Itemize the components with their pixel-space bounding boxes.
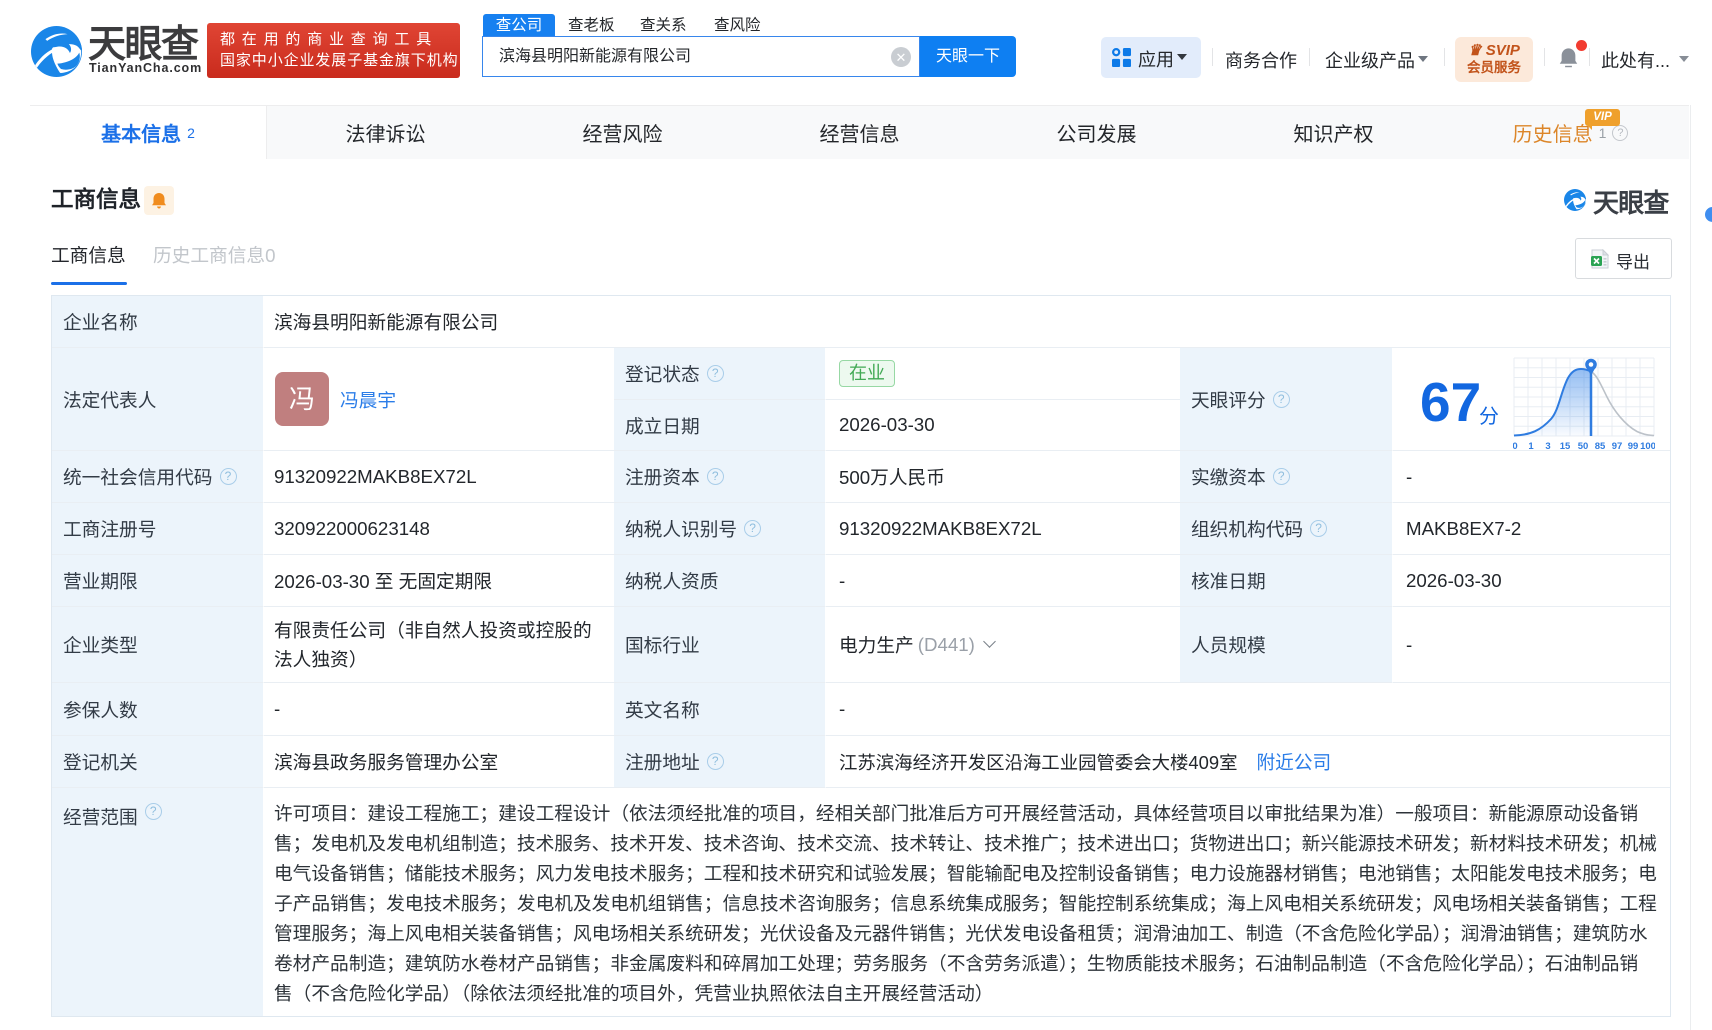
svg-text:99: 99 — [1628, 441, 1639, 451]
svg-text:15: 15 — [1560, 441, 1571, 451]
svg-text:100: 100 — [1640, 441, 1655, 451]
svg-text:3: 3 — [1545, 441, 1550, 451]
svg-text:85: 85 — [1595, 441, 1606, 451]
svg-text:50: 50 — [1578, 441, 1589, 451]
svg-text:1: 1 — [1528, 441, 1534, 451]
svg-text:0: 0 — [1513, 441, 1518, 451]
svg-text:97: 97 — [1612, 441, 1623, 451]
